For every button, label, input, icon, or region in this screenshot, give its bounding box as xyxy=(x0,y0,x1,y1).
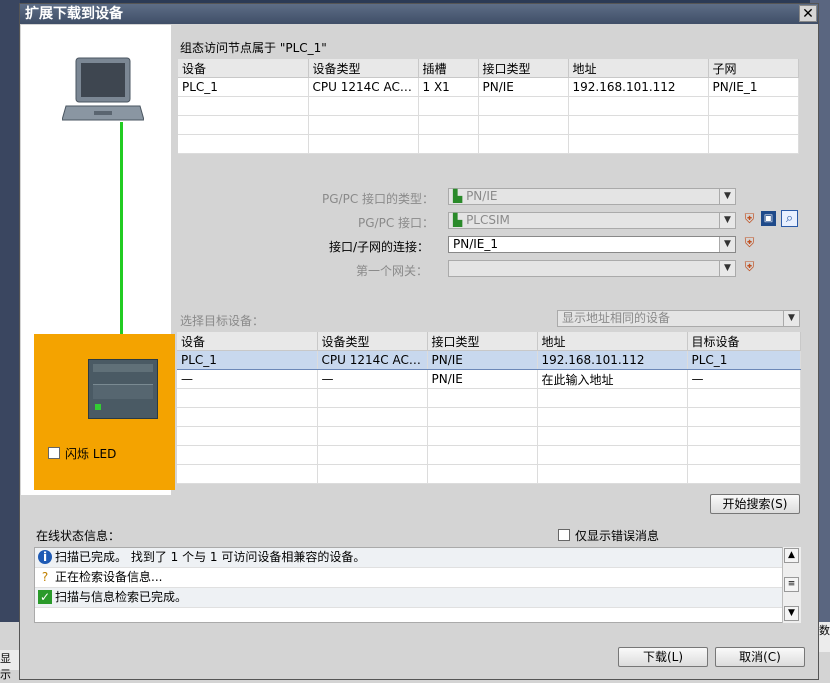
ethernet-icon: ▙ xyxy=(453,189,463,203)
column-header: 目标设备 xyxy=(687,332,801,351)
column-header: 接口类型 xyxy=(427,332,538,351)
column-header: 设备 xyxy=(177,332,318,351)
column-header: 插槽 xyxy=(418,59,479,78)
cancel-button[interactable]: 取消(C) xyxy=(715,647,805,667)
status-scrollbar[interactable]: ▲ ≡ ▼ xyxy=(782,547,801,623)
access-node-caption: 组态访问节点属于 "PLC_1" xyxy=(180,41,327,55)
table-cell: PLC_1 xyxy=(177,350,318,370)
empty-row xyxy=(178,134,799,154)
table-cell: 1 X1 xyxy=(418,77,479,97)
chevron-down-icon: ▼ xyxy=(719,189,735,204)
status-message: ✓ 扫描与信息检索已完成。 xyxy=(35,588,799,608)
table-cell: — xyxy=(177,369,318,389)
flash-led-label: 闪烁 LED xyxy=(65,447,117,461)
table-row[interactable]: PLC_1 CPU 1214C AC/D... PN/IE 192.168.10… xyxy=(177,350,801,370)
empty-row xyxy=(178,96,799,116)
chevron-down-icon: ▼ xyxy=(719,261,735,276)
start-search-button[interactable]: 开始搜索(S) xyxy=(710,494,800,514)
subnet-connection-value: PN/IE_1 xyxy=(453,237,499,251)
empty-row xyxy=(177,445,801,465)
search-device-icon: ? xyxy=(41,570,49,584)
status-message-text: 扫描与信息检索已完成。 xyxy=(55,590,188,604)
interface-properties-icon[interactable]: ▣ xyxy=(761,211,776,226)
column-header: 设备 xyxy=(178,59,309,78)
column-header: 地址 xyxy=(537,332,688,351)
pgpc-type-value: PN/IE xyxy=(466,189,498,203)
table-header-row: 设备 设备类型 接口类型 地址 目标设备 xyxy=(177,332,801,351)
extended-download-dialog: 扩展下载到设备 ✕ 闪烁 LED 组态访问节点属于 "PLC_1" 设备 设备类… xyxy=(19,3,819,680)
target-filter-select[interactable]: 显示地址相同的设备 ▼ xyxy=(557,310,800,327)
shield-status-icon: ⛨ xyxy=(744,212,755,227)
plc-device-icon xyxy=(88,359,158,419)
column-header: 设备类型 xyxy=(317,332,428,351)
only-errors-label: 仅显示错误消息 xyxy=(575,529,660,543)
first-gateway-label: 第一个网关： xyxy=(356,264,429,278)
online-status-log: i 扫描已完成。 找到了 1 个与 1 可访问设备相兼容的设备。 ? 正在检索设… xyxy=(34,547,800,623)
column-header: 地址 xyxy=(568,59,709,78)
network-link-line xyxy=(120,122,123,358)
close-button[interactable]: ✕ xyxy=(799,5,817,22)
pgpc-interface-value: PLCSIM xyxy=(466,213,510,227)
table-cell: PLC_1 xyxy=(178,77,309,97)
status-message-text: 扫描已完成。 找到了 1 个与 1 可访问设备相兼容的设备。 xyxy=(55,550,366,564)
table-row[interactable]: — — PN/IE 在此输入地址 — xyxy=(177,369,801,389)
plcsim-icon: ▙ xyxy=(453,213,463,227)
status-message: ? 正在检索设备信息... xyxy=(35,568,799,588)
table-cell: CPU 1214C AC/D... xyxy=(308,77,419,97)
download-button[interactable]: 下载(L) xyxy=(618,647,708,667)
empty-row xyxy=(177,464,801,484)
empty-row xyxy=(177,388,801,408)
chevron-down-icon: ▼ xyxy=(719,213,735,228)
table-cell: 192.168.101.112 xyxy=(537,350,688,370)
info-icon: i xyxy=(38,550,52,564)
column-header: 子网 xyxy=(708,59,799,78)
target-filter-value: 显示地址相同的设备 xyxy=(562,311,671,325)
pgpc-interface-select[interactable]: ▙ PLCSIM ▼ xyxy=(448,212,736,229)
target-device-table: 设备 设备类型 接口类型 地址 目标设备 PLC_1 CPU 1214C AC/… xyxy=(177,332,801,484)
flash-led-checkbox[interactable] xyxy=(48,447,60,459)
pg-laptop-icon xyxy=(62,57,144,121)
background-text-left: 显示 xyxy=(0,650,20,681)
access-node-table: 设备 设备类型 插槽 接口类型 地址 子网 PLC_1 CPU 1214C AC… xyxy=(178,59,799,154)
pgpc-type-label: PG/PC 接口的类型： xyxy=(322,192,435,206)
chevron-down-icon: ▼ xyxy=(783,311,799,326)
first-gateway-select[interactable]: ▼ xyxy=(448,260,736,277)
only-errors-checkbox[interactable] xyxy=(558,529,570,541)
table-cell: PN/IE xyxy=(427,369,538,389)
background-left xyxy=(0,0,20,683)
status-message-text: 正在检索设备信息... xyxy=(55,570,163,584)
table-row[interactable]: PLC_1 CPU 1214C AC/D... 1 X1 PN/IE 192.1… xyxy=(178,77,799,97)
address-input-cell[interactable]: 在此输入地址 xyxy=(537,369,688,389)
pgpc-type-select[interactable]: ▙ PN/IE ▼ xyxy=(448,188,736,205)
select-target-caption: 选择目标设备： xyxy=(180,314,265,328)
subnet-connection-select[interactable]: PN/IE_1 ▼ xyxy=(448,236,736,253)
success-check-icon: ✓ xyxy=(38,590,52,604)
empty-row xyxy=(177,426,801,446)
dialog-title: 扩展下载到设备 xyxy=(20,4,818,24)
shield-status-icon: ⛨ xyxy=(744,236,755,251)
online-status-caption: 在线状态信息： xyxy=(36,529,121,543)
table-cell: — xyxy=(317,369,428,389)
empty-row xyxy=(177,407,801,427)
status-message: i 扫描已完成。 找到了 1 个与 1 可访问设备相兼容的设备。 xyxy=(35,548,799,568)
scroll-up-icon[interactable]: ▲ xyxy=(784,548,799,563)
column-header: 接口类型 xyxy=(478,59,569,78)
scroll-down-icon[interactable]: ▼ xyxy=(784,606,799,621)
table-cell: PLC_1 xyxy=(687,350,801,370)
pgpc-interface-label: PG/PC 接口： xyxy=(358,216,435,230)
subnet-connection-label: 接口/子网的连接： xyxy=(329,240,430,254)
table-cell: PN/IE xyxy=(478,77,569,97)
online-diagnostics-icon[interactable]: ⌕ xyxy=(781,210,798,227)
table-cell: CPU 1214C AC/D... xyxy=(317,350,428,370)
chevron-down-icon: ▼ xyxy=(719,237,735,252)
shield-status-icon: ⛨ xyxy=(744,260,755,275)
column-header: 设备类型 xyxy=(308,59,419,78)
scroll-thumb[interactable]: ≡ xyxy=(784,577,799,592)
table-cell: — xyxy=(687,369,801,389)
table-cell: PN/IE xyxy=(427,350,538,370)
table-header-row: 设备 设备类型 插槽 接口类型 地址 子网 xyxy=(178,59,799,78)
empty-row xyxy=(178,115,799,135)
table-cell: PN/IE_1 xyxy=(708,77,799,97)
table-cell: 192.168.101.112 xyxy=(568,77,709,97)
